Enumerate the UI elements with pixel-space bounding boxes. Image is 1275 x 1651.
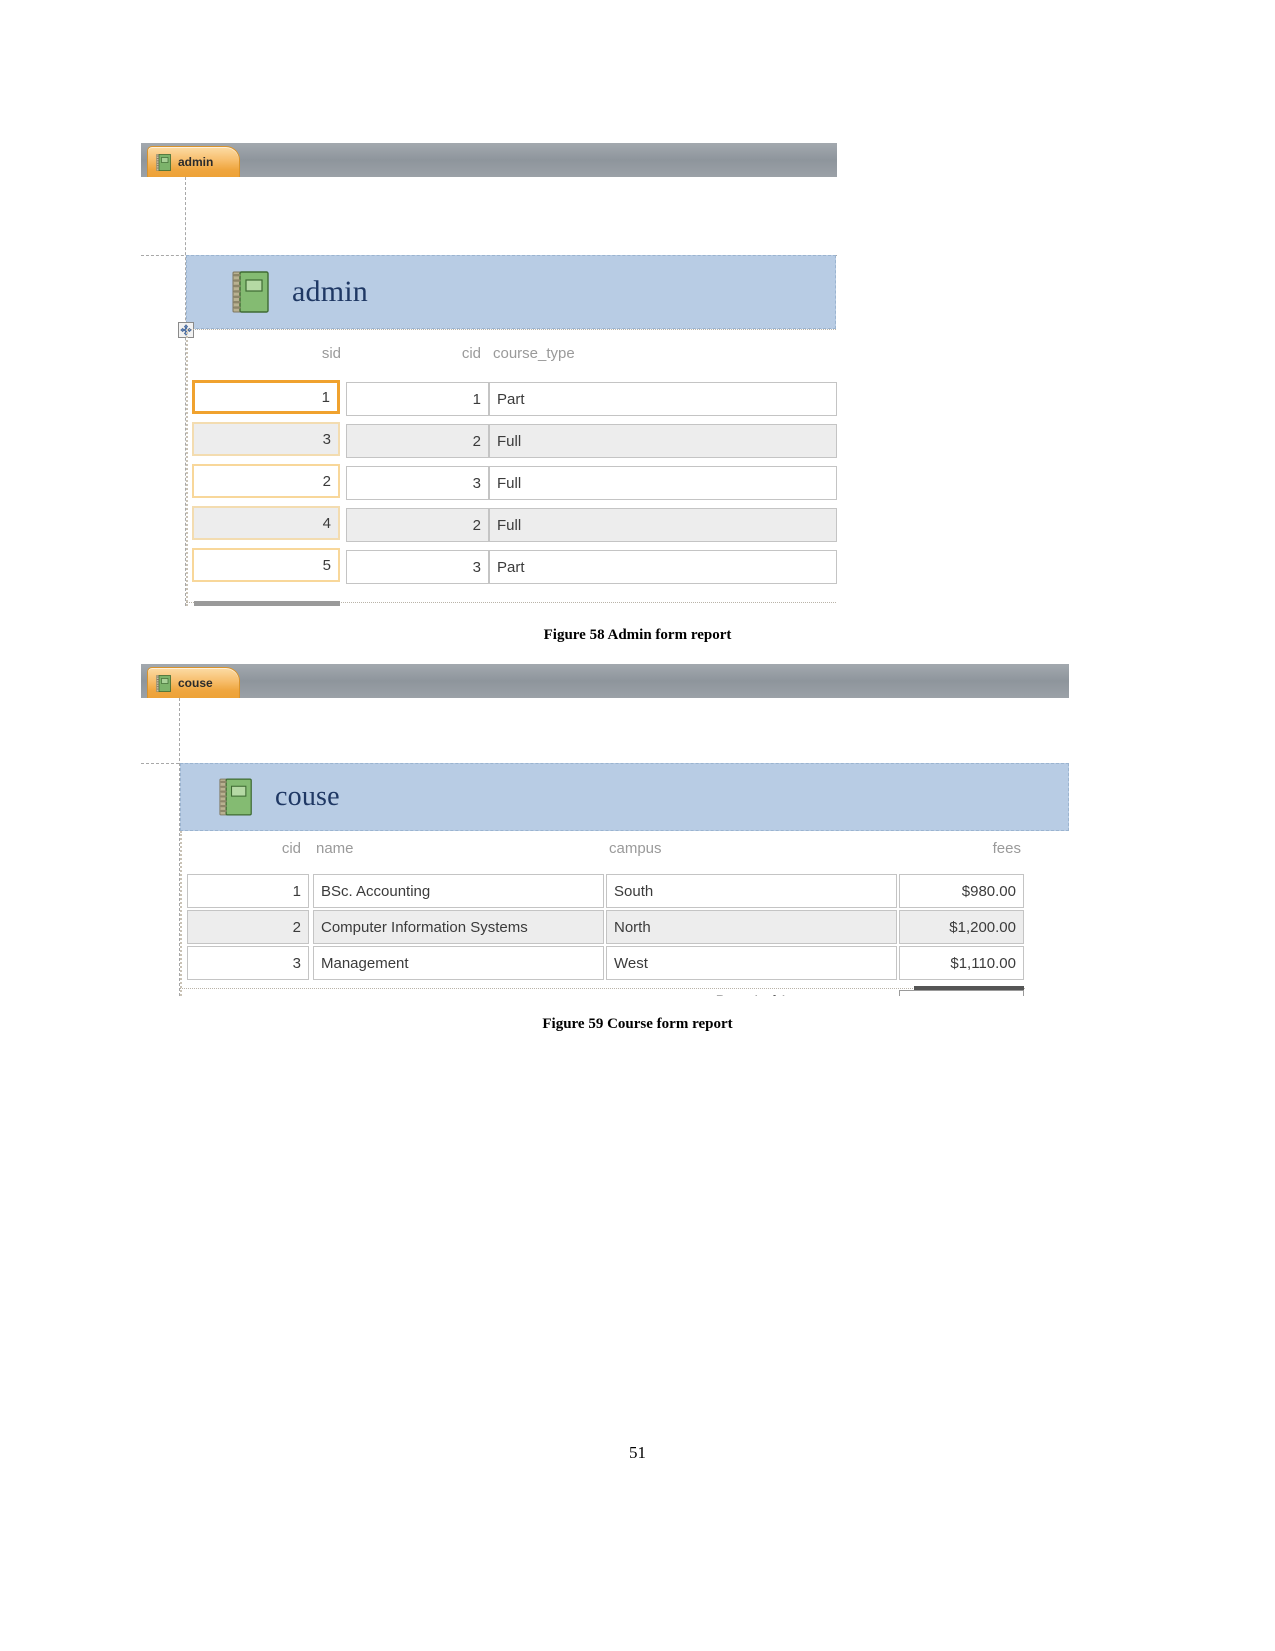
totals-cell-fees-sum: $3,290.00: [899, 990, 1024, 996]
table-cell-fees[interactable]: $1,110.00: [899, 946, 1024, 980]
table-cell-cid[interactable]: 2: [346, 508, 489, 542]
table-cell-sid[interactable]: 4: [192, 506, 340, 540]
table-cell-sid[interactable]: 5: [192, 548, 340, 582]
table-cell-fees[interactable]: $1,200.00: [899, 910, 1024, 944]
page-number: 51: [629, 1443, 646, 1462]
column-header-course-type: course_type: [493, 345, 575, 362]
document-tab-couse[interactable]: couse: [147, 667, 240, 698]
notebook-icon: [219, 777, 253, 817]
table-cell-name[interactable]: Computer Information Systems: [313, 910, 604, 944]
column-header-cid: cid: [461, 345, 481, 362]
admin-report-window: admin admin sid cid course_type 1 1 Part…: [141, 143, 837, 606]
table-cell-course-type[interactable]: Part: [489, 550, 837, 584]
table-cell-course-type[interactable]: Full: [489, 466, 837, 500]
document-tab-couse-label: couse: [178, 676, 213, 690]
course-report-title: couse: [275, 781, 340, 812]
course-design-surface: couse cid name campus fees 1 BSc. Accoun…: [141, 698, 1069, 996]
document-page: admin admin sid cid course_type 1 1 Part…: [0, 0, 1275, 1651]
admin-report-header: admin: [186, 255, 836, 329]
table-cell-fees[interactable]: $980.00: [899, 874, 1024, 908]
admin-report-title: admin: [292, 275, 368, 308]
course-report-window: couse couse cid name campus fees 1 BSc. …: [141, 664, 1069, 996]
column-header-fees: fees: [992, 840, 1021, 857]
admin-tab-strip: admin: [141, 143, 837, 177]
detail-section-top-guide: [186, 329, 836, 330]
column-header-sid: sid: [321, 345, 341, 362]
notebook-icon: [156, 674, 171, 692]
notebook-icon: [232, 270, 270, 314]
table-cell-course-type[interactable]: Full: [489, 508, 837, 542]
table-cell-cid[interactable]: 3: [346, 550, 489, 584]
detail-section-left-guide: [186, 329, 188, 606]
column-header-name: name: [316, 840, 354, 857]
table-cell-sid[interactable]: 1: [192, 380, 340, 414]
table-cell-sid[interactable]: 3: [192, 422, 340, 456]
table-cell-course-type[interactable]: Part: [489, 382, 837, 416]
totals-separator-rule: [194, 601, 340, 606]
table-cell-cid[interactable]: 1: [187, 874, 309, 908]
figure-caption-58: Figure 58 Admin form report: [543, 627, 732, 643]
document-tab-admin-label: admin: [178, 155, 214, 169]
table-cell-cid[interactable]: 3: [346, 466, 489, 500]
column-header-campus: campus: [609, 840, 662, 857]
table-cell-name[interactable]: Management: [313, 946, 604, 980]
table-cell-cid[interactable]: 3: [187, 946, 309, 980]
detail-section-left-guide: [180, 831, 182, 996]
course-tab-strip: couse: [141, 664, 1069, 698]
table-cell-sid[interactable]: 2: [192, 464, 340, 498]
admin-design-surface: admin sid cid course_type 1 1 Part 3 2 F…: [141, 177, 837, 606]
column-header-cid: cid: [281, 840, 301, 857]
page-footer-top-guide: [180, 988, 1025, 989]
table-cell-cid[interactable]: 2: [187, 910, 309, 944]
document-tab-admin[interactable]: admin: [147, 146, 241, 177]
page-footer-text: Page 1 of 1: [606, 992, 897, 996]
table-cell-course-type[interactable]: Full: [489, 424, 837, 458]
table-cell-name[interactable]: BSc. Accounting: [313, 874, 604, 908]
table-cell-cid[interactable]: 1: [346, 382, 489, 416]
table-cell-campus[interactable]: South: [606, 874, 897, 908]
notebook-icon: [156, 153, 171, 171]
table-cell-cid[interactable]: 2: [346, 424, 489, 458]
course-report-header: couse: [180, 763, 1069, 831]
table-cell-campus[interactable]: West: [606, 946, 897, 980]
figure-caption-59: Figure 59 Course form report: [542, 1016, 733, 1032]
table-cell-campus[interactable]: North: [606, 910, 897, 944]
